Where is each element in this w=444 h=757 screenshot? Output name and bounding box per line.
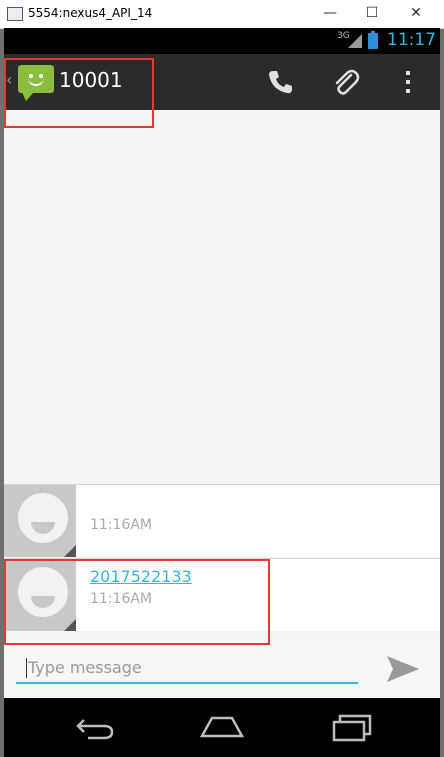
minimize-button[interactable]: — [318, 3, 342, 23]
message-input[interactable]: Type message [16, 650, 358, 684]
signal-icon [348, 34, 362, 48]
contact-avatar-icon[interactable] [4, 485, 76, 557]
message-item[interactable]: 11:16AM [4, 484, 440, 557]
message-placeholder: Type message [28, 658, 142, 677]
phone-icon[interactable] [264, 66, 296, 98]
composer: Type message [4, 640, 440, 698]
back-icon[interactable] [70, 712, 118, 742]
status-time: 11:17 [387, 30, 436, 50]
battery-icon [368, 31, 378, 49]
close-button[interactable]: ✕ [404, 3, 428, 23]
maximize-button[interactable]: ☐ [360, 3, 384, 23]
send-icon[interactable] [385, 654, 421, 684]
attach-icon[interactable] [329, 66, 361, 98]
home-icon[interactable] [198, 712, 246, 742]
navigation-bar [4, 698, 440, 757]
status-bar: 3G 11:17 [4, 28, 440, 54]
emulator-app-icon [7, 7, 23, 21]
text-cursor [26, 658, 27, 678]
window-title-bar: 5554:nexus4_API_14 — ☐ ✕ [0, 0, 444, 29]
device-screen: 3G 11:17 ‹ 10001 11:16AM 2017522133 11:1… [4, 28, 440, 757]
message-time: 11:16AM [90, 517, 153, 533]
recent-apps-icon[interactable] [328, 712, 376, 742]
highlight-message-box [4, 559, 270, 645]
window-title: 5554:nexus4_API_14 [28, 6, 153, 20]
highlight-title-box [4, 58, 154, 128]
overflow-menu-icon[interactable] [392, 66, 424, 98]
